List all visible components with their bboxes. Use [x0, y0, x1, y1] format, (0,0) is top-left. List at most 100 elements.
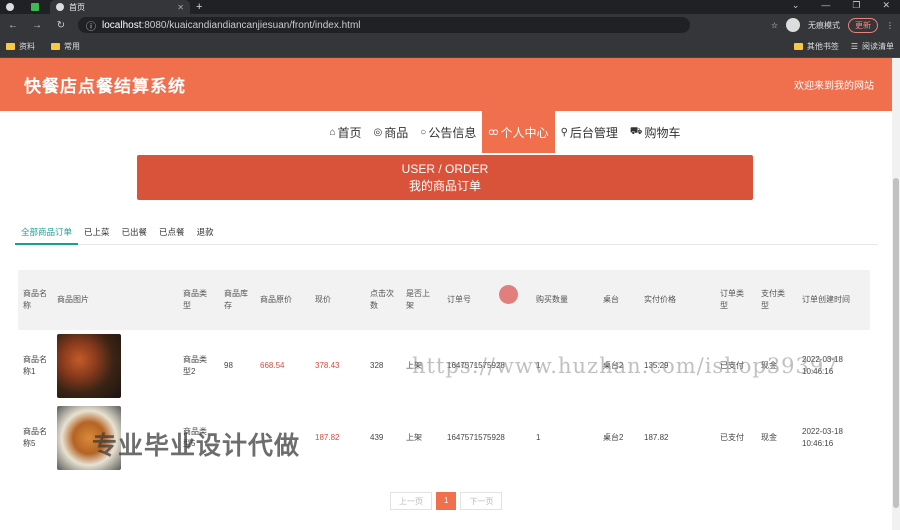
- table-header-row: 商品名称 商品图片 商品类型 商品库存 商品原价 现价 点击次数 是否上架 订单…: [18, 270, 870, 330]
- user-icon: ꝏ: [488, 126, 499, 138]
- tab-title: 首页: [69, 2, 85, 12]
- url-host: localhost: [102, 19, 142, 31]
- chevron-down-icon[interactable]: ⌄: [792, 0, 800, 11]
- page-scrollbar[interactable]: [892, 58, 900, 530]
- site-title: 快餐店点餐结算系统: [24, 77, 186, 96]
- col-header: 点击次数: [365, 270, 401, 330]
- folder-icon: [51, 43, 60, 50]
- page-viewport: 快餐店点餐结算系统 欢迎来到我的网站 ⌂ 首页 ◎ 商品 ○ 公告信息 ꝏ 个人中心 ⚲…: [0, 58, 900, 530]
- cell-empty: [512, 402, 531, 474]
- col-header: 商品原价: [255, 270, 310, 330]
- cell-name: 商品名称1: [23, 355, 47, 376]
- home-icon: ⌂: [329, 126, 336, 138]
- url-watermark: https://www.huzhan.com/ishop39397: [412, 354, 839, 378]
- col-header: 支付类型: [756, 270, 797, 330]
- product-image[interactable]: [57, 334, 121, 398]
- reading-list-icon: ☰: [850, 42, 858, 51]
- minimize-icon[interactable]: —: [821, 0, 830, 11]
- main-nav: ⌂ 首页 ◎ 商品 ○ 公告信息 ꝏ 个人中心 ⚲ 后台管理 ⛟ 购物车: [110, 111, 900, 153]
- cell-table: 桌台2: [603, 433, 624, 442]
- folder-icon: [793, 43, 803, 50]
- cell-pay-type: 现金: [761, 433, 777, 442]
- order-tabs: 全部商品订单 已上菜 已出餐 已点餐 退款: [15, 222, 878, 245]
- col-header: 商品名称: [18, 270, 52, 330]
- col-header: 商品图片: [52, 270, 178, 330]
- bookmark-label: 其他书签: [806, 42, 839, 51]
- cell-order-type: 已支付: [720, 433, 744, 442]
- tab-ordered[interactable]: 已点餐: [153, 222, 191, 245]
- new-tab-button[interactable]: +: [190, 1, 208, 13]
- site-header: 快餐店点餐结算系统 欢迎来到我的网站: [0, 58, 900, 111]
- tab-served[interactable]: 已上菜: [78, 222, 116, 245]
- cell-type: 商品类型2: [183, 355, 207, 376]
- tab-dispatched[interactable]: 已出餐: [116, 222, 154, 245]
- browser-tab-strip: 首页 ✕ + ⌄ — ❐ ✕: [0, 0, 900, 14]
- star-icon[interactable]: ☆: [771, 21, 778, 30]
- browser-tab-active[interactable]: 首页 ✕: [50, 0, 190, 14]
- incognito-icon: [786, 18, 800, 32]
- cell-qty: 1: [536, 433, 541, 442]
- col-header: 订单创建时间: [797, 270, 870, 330]
- nav-user-center[interactable]: ꝏ 个人中心: [482, 111, 555, 153]
- bookmark-label: 常用: [64, 42, 80, 51]
- col-header: 购买数量: [531, 270, 598, 330]
- tab-all-orders[interactable]: 全部商品订单: [15, 222, 79, 245]
- cell-on-shelf: 上架: [406, 433, 422, 442]
- bookmark-folder[interactable]: 资料: [6, 41, 35, 52]
- page-number-button[interactable]: 1: [436, 492, 457, 510]
- pagination: 上一页 1 下一页: [390, 492, 503, 510]
- nav-notice[interactable]: ○ 公告信息: [414, 111, 482, 153]
- nav-label: 商品: [384, 125, 409, 140]
- nav-goods[interactable]: ◎ 商品: [368, 111, 415, 153]
- forward-icon[interactable]: →: [30, 20, 44, 31]
- cell-image: [52, 330, 178, 402]
- close-tab-icon[interactable]: ✕: [177, 3, 184, 12]
- restore-icon[interactable]: ❐: [852, 0, 860, 11]
- reload-icon[interactable]: ↻: [54, 20, 68, 31]
- nav-cart[interactable]: ⛟ 购物车: [624, 111, 687, 153]
- browser-tab-inactive[interactable]: [0, 0, 25, 14]
- menu-icon[interactable]: ⋮: [886, 21, 894, 30]
- nav-home[interactable]: ⌂ 首页: [323, 111, 367, 153]
- cell-price: 378.43: [315, 361, 340, 370]
- scrollbar-thumb[interactable]: [893, 178, 899, 508]
- cart-icon: ⛟: [629, 125, 643, 137]
- bookmarks-bar: 资料 常用 其他书签 ☰ 阅读清单: [0, 36, 900, 58]
- back-icon[interactable]: ←: [6, 20, 20, 31]
- globe-icon: [6, 3, 14, 11]
- cell-orig-price: 668.54: [260, 361, 285, 370]
- cell-stock: 98: [224, 361, 233, 370]
- info-icon[interactable]: ⓘ: [86, 18, 96, 33]
- folder-icon: [6, 43, 15, 50]
- bookmark-label: 阅读清单: [862, 42, 894, 51]
- notice-icon: ○: [420, 126, 427, 138]
- bookmark-folder[interactable]: 常用: [51, 41, 80, 52]
- next-page-button[interactable]: 下一页: [460, 492, 503, 510]
- address-bar-right: ☆ 无痕模式 更新 ⋮: [771, 17, 894, 33]
- col-header: 商品库存: [219, 270, 255, 330]
- globe-icon: [56, 3, 64, 11]
- col-header: 订单类型: [715, 270, 756, 330]
- col-header: 是否上架: [401, 270, 442, 330]
- browser-tab-inactive-2[interactable]: [25, 0, 50, 14]
- nav-label: 公告信息: [428, 125, 477, 140]
- nav-admin[interactable]: ⚲ 后台管理: [555, 111, 624, 153]
- reading-list[interactable]: ☰ 阅读清单: [851, 41, 894, 52]
- cell-created: 2022-03-18 10:46:16: [802, 427, 843, 448]
- url-input[interactable]: ⓘ localhost:8080/kuaicandiandiancanjiesu…: [78, 17, 690, 33]
- banner-title-cn: 我的商品订单: [408, 179, 481, 193]
- cursor-highlight: [499, 285, 518, 304]
- window-controls: ⌄ — ❐ ✕: [792, 0, 900, 11]
- cell-clicks: 328: [370, 361, 384, 370]
- nav-label: 首页: [337, 125, 362, 140]
- prev-page-button[interactable]: 上一页: [390, 492, 432, 510]
- tab-refund[interactable]: 退款: [191, 222, 220, 245]
- update-button[interactable]: 更新: [848, 17, 878, 33]
- cell-order-no: 1647571575928: [447, 433, 505, 442]
- incognito-label: 无痕模式: [808, 20, 840, 30]
- col-header: 桌台: [598, 270, 639, 330]
- nav-label: 后台管理: [569, 125, 618, 140]
- other-bookmarks[interactable]: 其他书签: [793, 41, 839, 52]
- section-banner: USER / ORDER 我的商品订单: [137, 155, 753, 200]
- close-window-icon[interactable]: ✕: [882, 0, 890, 11]
